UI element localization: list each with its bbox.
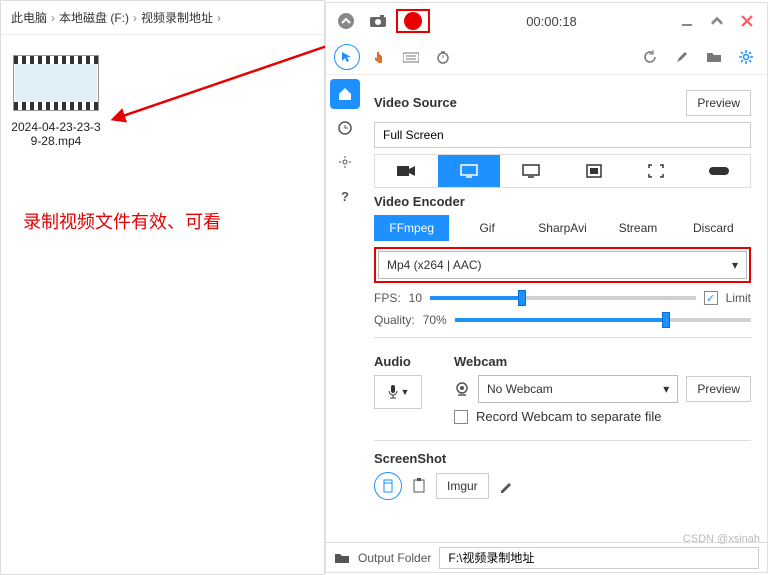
tab-gif[interactable]: Gif [449, 215, 524, 241]
breadcrumb[interactable]: 此电脑 › 本地磁盘 (F:) › 视频录制地址 › [1, 1, 324, 35]
crumb-folder[interactable]: 视频录制地址 [141, 9, 213, 26]
refresh-button[interactable] [637, 44, 663, 70]
watermark-text: CSDN @xsinah [683, 533, 760, 545]
captura-app: 00:00:18 ? Video Source Preview [325, 2, 768, 573]
minimize-button[interactable] [673, 7, 701, 35]
microphone-icon [387, 384, 399, 400]
output-path-input[interactable] [439, 547, 759, 569]
preview-button[interactable]: Preview [686, 90, 751, 116]
touch-mode-button[interactable] [366, 44, 392, 70]
source-type-selector [374, 154, 751, 188]
audio-mic-button[interactable]: ▼ [374, 375, 422, 409]
collapse-button[interactable] [332, 7, 360, 35]
webcam-heading: Webcam [454, 354, 751, 369]
chevron-down-icon: ▼ [401, 387, 410, 397]
tab-sharpavi[interactable]: SharpAvi [525, 215, 600, 241]
quality-slider[interactable] [455, 318, 751, 322]
crumb-drive[interactable]: 本地磁盘 (F:) [59, 9, 129, 26]
tab-discard[interactable]: Discard [676, 215, 751, 241]
output-folder-label: Output Folder [358, 551, 431, 565]
history-tab[interactable] [330, 113, 360, 143]
source-screen[interactable] [438, 155, 501, 187]
camera-icon[interactable] [364, 7, 392, 35]
encoder-dropdown[interactable]: Mp4 (x264 | AAC) ▾ [378, 251, 747, 279]
titlebar: 00:00:18 [326, 3, 767, 39]
main-panel: Video Source Preview Video Encoder FFmpe… [364, 75, 767, 542]
source-window[interactable] [500, 155, 563, 187]
timer-icon[interactable] [430, 44, 456, 70]
config-tab[interactable] [330, 147, 360, 177]
keyboard-icon[interactable] [398, 44, 424, 70]
quality-label: Quality: [374, 313, 415, 327]
settings-button[interactable] [733, 44, 759, 70]
imgur-button[interactable]: Imgur [436, 473, 489, 499]
annotation-text: 录制视频文件有效、可看 [23, 208, 302, 234]
encoder-tabs: FFmpeg Gif SharpAvi Stream Discard [374, 215, 751, 241]
video-thumbnail-icon [13, 55, 99, 111]
webcam-preview-button[interactable]: Preview [686, 376, 751, 402]
screenshot-save-button[interactable] [374, 472, 402, 500]
source-game[interactable] [688, 155, 751, 187]
expand-button[interactable] [703, 7, 731, 35]
chevron-right-icon: › [47, 11, 59, 25]
folder-icon[interactable] [334, 552, 350, 564]
sidebar: ? [326, 75, 364, 542]
video-source-input[interactable] [374, 122, 751, 148]
mode-toolbar [326, 39, 767, 75]
video-source-heading: Video Source [374, 95, 678, 110]
chevron-right-icon: › [213, 11, 225, 25]
home-tab[interactable] [330, 79, 360, 109]
clipboard-button[interactable] [412, 478, 426, 494]
encoder-highlight: Mp4 (x264 | AAC) ▾ [374, 247, 751, 283]
encoder-value: Mp4 (x264 | AAC) [387, 258, 482, 272]
webcam-dropdown[interactable]: No Webcam ▾ [478, 375, 678, 403]
video-file-item[interactable]: 2024-04-23-23-39-28.mp4 [11, 55, 101, 148]
cursor-mode-button[interactable] [334, 44, 360, 70]
record-icon [404, 12, 422, 30]
source-camera[interactable] [375, 155, 438, 187]
crumb-pc[interactable]: 此电脑 [11, 9, 47, 26]
limit-label: Limit [726, 291, 751, 305]
chevron-right-icon: › [129, 11, 141, 25]
chevron-down-icon: ▾ [663, 382, 669, 396]
tab-ffmpeg[interactable]: FFmpeg [374, 215, 449, 241]
elapsed-time: 00:00:18 [432, 14, 671, 29]
webcam-icon [454, 381, 470, 397]
close-button[interactable] [733, 7, 761, 35]
webcam-separate-label: Record Webcam to separate file [476, 409, 661, 424]
fps-value: 10 [409, 291, 422, 305]
chevron-down-icon: ▾ [732, 258, 738, 272]
help-tab[interactable]: ? [330, 181, 360, 211]
bottom-bar: Output Folder [326, 542, 767, 572]
fps-label: FPS: [374, 291, 401, 305]
record-button[interactable] [396, 9, 430, 33]
fps-slider[interactable] [430, 296, 696, 300]
video-encoder-heading: Video Encoder [374, 194, 751, 209]
tab-stream[interactable]: Stream [600, 215, 675, 241]
edit-button[interactable] [499, 479, 513, 493]
audio-heading: Audio [374, 354, 434, 369]
webcam-value: No Webcam [487, 382, 553, 396]
file-name: 2024-04-23-23-39-28.mp4 [11, 120, 101, 148]
webcam-separate-checkbox[interactable] [454, 410, 468, 424]
file-explorer: 此电脑 › 本地磁盘 (F:) › 视频录制地址 › 2024-04-23-23… [0, 0, 325, 575]
source-region[interactable] [563, 155, 626, 187]
folder-button[interactable] [701, 44, 727, 70]
limit-checkbox[interactable]: ✓ [704, 291, 718, 305]
quality-value: 70% [423, 313, 447, 327]
brush-button[interactable] [669, 44, 695, 70]
source-fullscreen[interactable] [625, 155, 688, 187]
screenshot-heading: ScreenShot [374, 451, 751, 466]
